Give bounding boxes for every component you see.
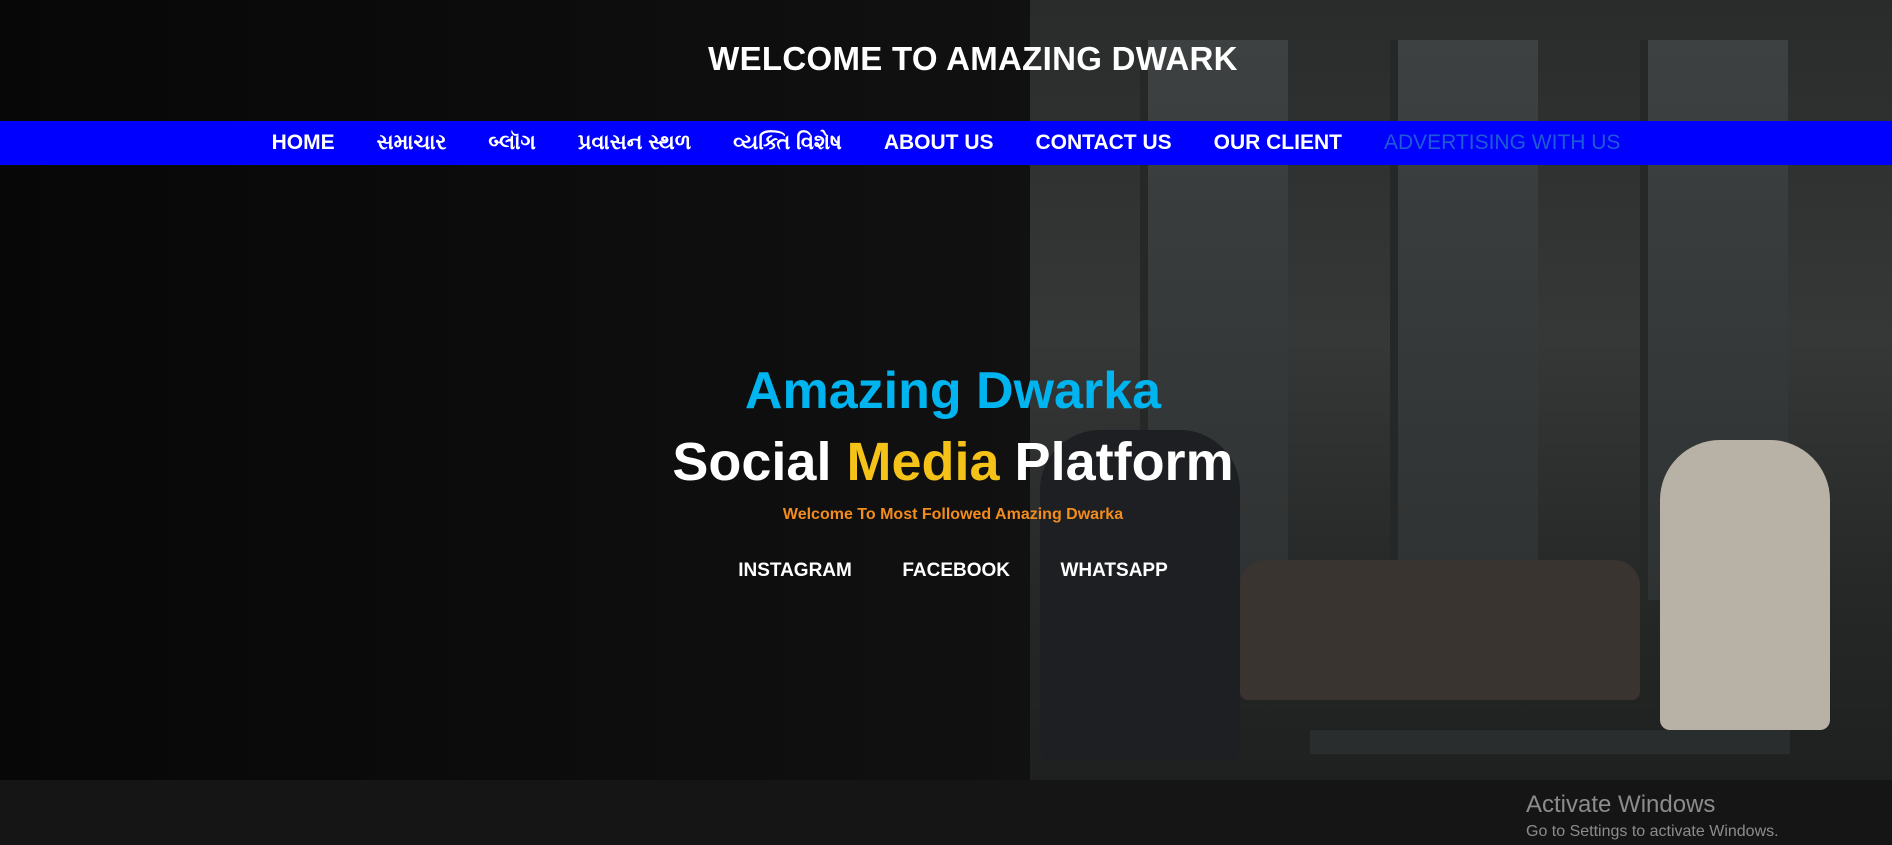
instagram-link[interactable]: INSTAGRAM	[738, 560, 852, 581]
site-title: WELCOME TO AMAZING DWARK	[708, 40, 1238, 77]
nav-home[interactable]: HOME	[272, 131, 335, 155]
nav-our-client[interactable]: OUR CLIENT	[1214, 131, 1342, 155]
hero-subtitle-part2: Platform	[1014, 432, 1234, 492]
nav-news[interactable]: સમાચાર	[377, 131, 447, 155]
social-links: INSTAGRAM FACEBOOK WHATSAPP	[0, 560, 1892, 582]
main-navbar: HOME સમાચાર બ્લૉગ પ્રવાસન સ્થળ વ્યક્તિ વ…	[0, 121, 1892, 165]
hero-subtitle-highlight: Media	[846, 432, 1000, 492]
facebook-link[interactable]: FACEBOOK	[902, 560, 1010, 581]
activation-title: Activate Windows	[1526, 791, 1716, 818]
hero-subtitle-part1: Social	[672, 432, 832, 492]
nav-tourist-places[interactable]: પ્રવાસન સ્થળ	[578, 131, 691, 155]
nav-about-us[interactable]: ABOUT US	[884, 131, 994, 155]
nav-advertising[interactable]: ADVERTISING WITH US	[1384, 131, 1620, 155]
hero-subtitle: Social Media Platform	[0, 430, 1892, 494]
hero-tagline: Welcome To Most Followed Amazing Dwarka	[782, 506, 1124, 523]
nav-contact-us[interactable]: CONTACT US	[1036, 131, 1172, 155]
whatsapp-link[interactable]: WHATSAPP	[1060, 560, 1167, 581]
hero-title: Amazing Dwarka	[744, 362, 1162, 420]
hero-section: Amazing Dwarka Social Media Platform Wel…	[0, 360, 1892, 582]
activation-subtitle: Go to Settings to activate Windows.	[1526, 823, 1779, 840]
nav-blog[interactable]: બ્લૉગ	[488, 131, 535, 155]
windows-activation-notice: Activate Windows Go to Settings to activ…	[1526, 791, 1779, 841]
nav-person-special[interactable]: વ્યક્તિ વિશેષ	[733, 131, 842, 155]
